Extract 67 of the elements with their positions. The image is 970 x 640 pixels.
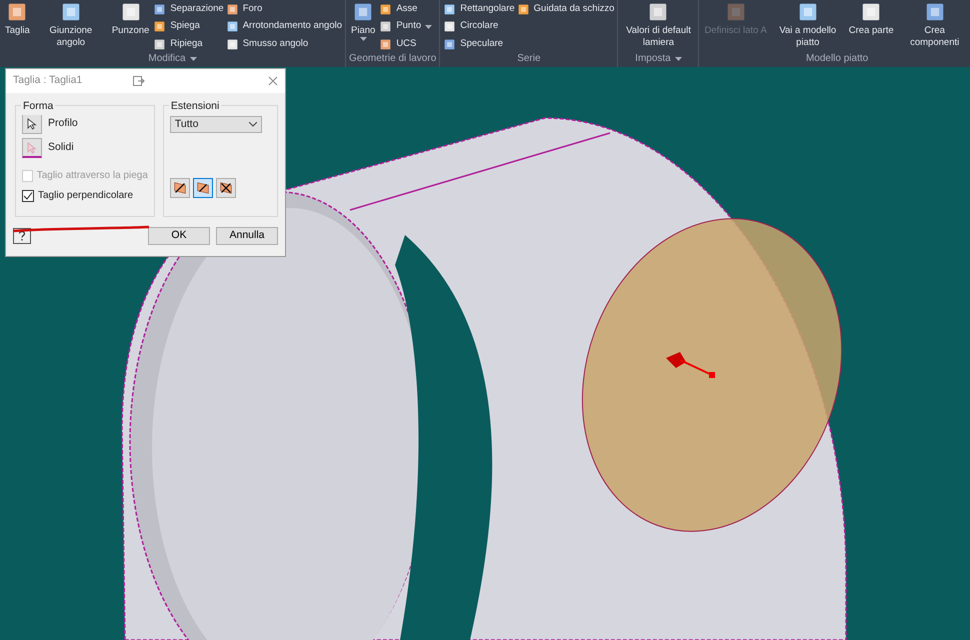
ribbon-button[interactable]: Separazione: [153, 1, 224, 17]
tool-icon: [860, 1, 882, 23]
checkbox-label: Taglio perpendicolare: [38, 189, 134, 203]
ribbon-button[interactable]: Piano: [349, 0, 378, 52]
dialog-button[interactable]: OK: [148, 227, 210, 245]
direction-button[interactable]: [170, 178, 190, 198]
group-label[interactable]: Imposta: [635, 52, 682, 65]
ribbon-button[interactable]: Punto: [379, 18, 432, 34]
checkbox[interactable]: [22, 190, 34, 202]
ribbon-button[interactable]: Crea parte: [846, 0, 896, 52]
checkbox-label: Taglio attraverso la piega: [36, 169, 148, 183]
ribbon-button[interactable]: Taglia: [3, 0, 32, 52]
caret-icon: [425, 24, 432, 28]
caret-icon: [674, 56, 682, 60]
tool-icon: [226, 20, 239, 33]
cursor-icon: [26, 118, 38, 130]
dialog-button[interactable]: Annulla: [216, 227, 278, 245]
chevron-icon: [248, 122, 257, 127]
caret-icon: [360, 37, 367, 41]
ribbon-button[interactable]: Arrotondamento angolo: [226, 18, 342, 34]
group-label[interactable]: Modello piatto: [806, 52, 868, 65]
group-label: Forma: [21, 99, 56, 115]
tool-icon: [516, 2, 530, 16]
ribbon-button[interactable]: Ripiega: [153, 36, 224, 52]
close-icon[interactable]: [268, 76, 278, 86]
tool-icon: [379, 20, 392, 33]
extents-dropdown[interactable]: Tutto: [170, 116, 262, 133]
tool-icon: [6, 1, 28, 23]
ribbon-button[interactable]: Foro: [226, 1, 342, 17]
tool-icon: [352, 1, 374, 23]
selector-button[interactable]: [22, 114, 42, 134]
tool-icon: [443, 38, 456, 50]
caret-icon: [190, 56, 197, 60]
tool-icon: [226, 38, 239, 50]
tool-icon: [226, 2, 239, 16]
ribbon-button[interactable]: Guidata da schizzo: [516, 1, 614, 17]
ribbon-button[interactable]: Rettangolare: [443, 1, 515, 17]
group-label[interactable]: Modifica: [148, 52, 197, 65]
ribbon-button[interactable]: Speculare: [443, 36, 515, 52]
ribbon-button[interactable]: Giunzione angolo: [34, 0, 108, 52]
selector-label: Solidi: [48, 140, 74, 156]
ribbon-button[interactable]: UCS: [379, 36, 432, 52]
ribbon-button[interactable]: Vai a modello piatto: [770, 0, 845, 52]
ribbon-button[interactable]: Smusso angolo: [226, 36, 342, 52]
ribbon-button[interactable]: Crea componenti: [898, 0, 970, 52]
tool-icon: [153, 2, 166, 16]
tool-icon: [443, 20, 456, 33]
dialog-title: Taglia : Taglia1: [13, 73, 84, 88]
ribbon-button[interactable]: Punzone: [110, 0, 152, 52]
group-label[interactable]: Serie: [517, 52, 541, 65]
direction-arrow-icon: [666, 352, 715, 378]
direction-button[interactable]: [192, 178, 213, 198]
ribbon-button[interactable]: Asse: [379, 1, 432, 17]
tool-icon: [379, 2, 392, 16]
cursor-icon: [26, 142, 38, 154]
group-label[interactable]: Geometrie di lavoro: [349, 52, 436, 65]
tool-icon: [153, 38, 166, 50]
ribbon-button[interactable]: Valori di default lamiera: [621, 0, 696, 52]
ribbon-button[interactable]: Circolare: [443, 18, 515, 34]
ribbon-button[interactable]: Spiega: [153, 18, 224, 34]
tool-icon: [153, 20, 166, 33]
tool-icon: [647, 1, 670, 23]
panel-icon[interactable]: [133, 76, 145, 86]
direction-button[interactable]: [216, 178, 236, 198]
selector-label: Profilo: [48, 116, 78, 132]
tool-icon: [379, 38, 392, 50]
tool-icon: [443, 2, 456, 16]
